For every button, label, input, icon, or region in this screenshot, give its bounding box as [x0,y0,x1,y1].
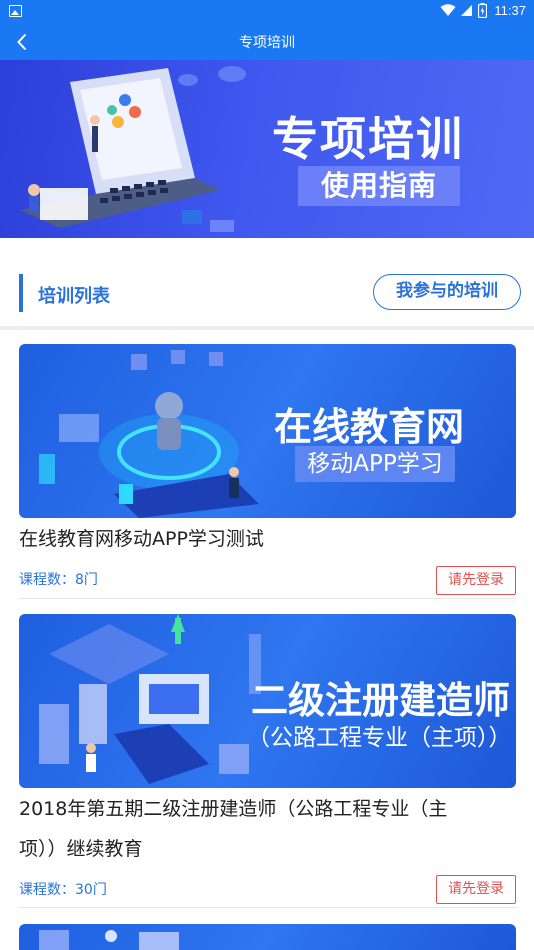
course-count: 课程数：8门 [19,572,98,588]
construction-illustration [39,614,261,784]
course-title-line-2: 项））继续教育 [19,838,143,860]
course-count: 课程数：30门 [19,882,107,898]
laptop-illustration [20,66,246,232]
my-training-button[interactable]: 我参与的培训 [373,274,521,310]
login-first-button[interactable]: 请先登录 [436,875,516,904]
signal-icon [461,5,473,16]
section-header: 培训列表 我参与的培训 [0,238,534,328]
section-title: 培训列表 [38,286,110,307]
section-accent-bar [19,274,23,312]
banner-subtitle: 使用指南 [298,166,460,206]
course-cover-image: 二级注册建造师 （公路工程专业（主项）） [19,614,516,788]
banner[interactable]: 专项培训 使用指南 [0,60,534,238]
status-time: 11:37 [494,3,526,18]
cover-subtitle: （公路工程专业（主项）） [247,725,512,751]
course-title: 在线教育网移动APP学习测试 [19,528,264,550]
app-bar: 专项培训 [0,24,534,60]
status-bar: 11:37 [0,0,534,24]
course-card[interactable]: 在线教育网 移动APP学习 在线教育网移动APP学习测试 课程数：8门 请先登录 [19,344,516,599]
banner-title: 专项培训 [272,112,464,166]
cover-title: 在线教育网 [274,405,465,449]
wifi-icon [440,4,456,16]
gallery-notification-icon [9,5,22,17]
page-title: 专项培训 [239,35,295,51]
row-divider [19,598,516,599]
row-divider [19,907,516,908]
login-first-button[interactable]: 请先登录 [436,566,516,595]
battery-icon [478,3,488,18]
course-card[interactable]: 二级注册建造师 （公路工程专业（主项）） 2018年第五期二级注册建造师（公路工… [19,614,516,908]
cover-title: 二级注册建造师 [251,679,510,722]
course-cover-image: 在线教育网 移动APP学习 [19,344,516,518]
divider [0,326,534,330]
cover-subtitle: 移动APP学习 [295,446,455,482]
course-cover-illustration [39,930,179,950]
online-learning-illustration [39,350,259,518]
course-cover-image [19,924,516,950]
course-card[interactable] [19,924,516,950]
course-title-line-1: 2018年第五期二级注册建造师（公路工程专业（主 [19,798,448,820]
status-icons: 11:37 [440,3,526,18]
